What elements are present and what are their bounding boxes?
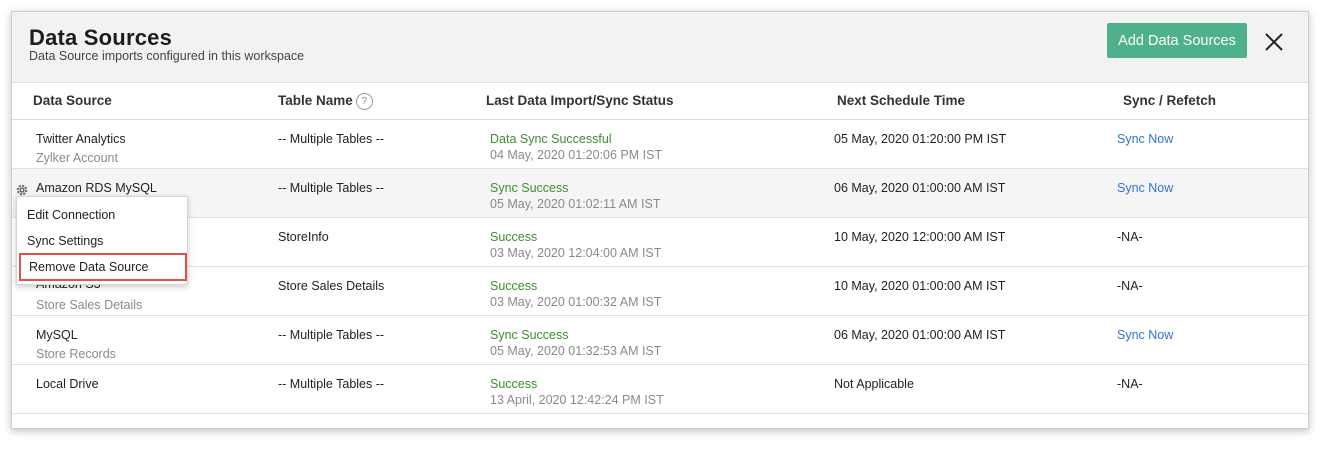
table-row[interactable]: Amazon RDS MySQL -- Multiple Tables -- S…: [12, 169, 1308, 218]
add-data-sources-button[interactable]: Add Data Sources: [1107, 23, 1247, 58]
gear-icon[interactable]: [15, 183, 29, 197]
next-schedule-time: 10 May, 2020 01:00:00 AM IST: [834, 279, 1006, 293]
sync-status: Success: [490, 230, 538, 244]
sync-status-date: 03 May, 2020 12:04:00 AM IST: [490, 246, 662, 260]
menu-item-edit-connection[interactable]: Edit Connection: [17, 202, 187, 228]
table-name: -- Multiple Tables --: [278, 181, 385, 195]
page-title: Data Sources: [29, 25, 173, 50]
column-header-next-schedule[interactable]: Next Schedule Time: [837, 93, 965, 108]
table-row[interactable]: Twitter Analytics Zylker Account -- Mult…: [12, 120, 1308, 169]
data-source-name[interactable]: Local Drive: [36, 377, 99, 391]
sync-not-available: -NA-: [1117, 377, 1143, 391]
table-name: -- Multiple Tables --: [278, 377, 385, 391]
table-name: -- Multiple Tables --: [278, 328, 385, 342]
page-subtitle: Data Source imports configured in this w…: [29, 49, 305, 63]
table-header: Data Source Table Name? Last Data Import…: [12, 83, 1308, 120]
column-header-sync: Sync / Refetch: [1123, 93, 1217, 108]
sync-not-available: -NA-: [1117, 279, 1143, 293]
table-row[interactable]: StoreInfo Success 03 May, 2020 12:04:00 …: [12, 218, 1308, 267]
next-schedule-time: Not Applicable: [834, 377, 914, 391]
sync-now-link[interactable]: Sync Now: [1117, 328, 1173, 342]
column-header-last-status[interactable]: Last Data Import/Sync Status: [486, 93, 674, 108]
table-name: Store Sales Details: [278, 279, 385, 293]
column-header-table-name-label: Table Name: [278, 93, 353, 108]
next-schedule-time: 10 May, 2020 12:00:00 AM IST: [834, 230, 1006, 244]
next-schedule-time: 06 May, 2020 01:00:00 AM IST: [834, 181, 1006, 195]
next-schedule-time: 05 May, 2020 01:20:00 PM IST: [834, 132, 1007, 146]
data-source-name[interactable]: Amazon RDS MySQL: [36, 181, 157, 195]
context-menu: Edit Connection Sync Settings Remove Dat…: [16, 196, 188, 285]
next-schedule-time: 06 May, 2020 01:00:00 AM IST: [834, 328, 1006, 342]
sync-status-date: 05 May, 2020 01:32:53 AM IST: [490, 344, 662, 358]
dialog-header: Data Sources Data Source imports configu…: [12, 12, 1308, 83]
sync-now-link[interactable]: Sync Now: [1117, 132, 1173, 146]
table-name: -- Multiple Tables --: [278, 132, 385, 146]
sync-status-date: 04 May, 2020 01:20:06 PM IST: [490, 148, 663, 162]
menu-item-sync-settings[interactable]: Sync Settings: [17, 228, 187, 254]
data-sources-dialog: Data Sources Data Source imports configu…: [11, 11, 1309, 429]
sync-status: Success: [490, 377, 538, 391]
table-row[interactable]: Amazon S3 Store Sales Details Store Sale…: [12, 267, 1308, 316]
sync-status: Success: [490, 279, 538, 293]
sync-status: Sync Success: [490, 328, 569, 342]
data-source-account: Store Sales Details: [36, 298, 143, 312]
data-source-name[interactable]: Twitter Analytics: [36, 132, 126, 146]
column-header-data-source[interactable]: Data Source: [33, 93, 112, 108]
data-source-name[interactable]: MySQL: [36, 328, 78, 342]
sync-not-available: -NA-: [1117, 230, 1143, 244]
sync-status-date: 05 May, 2020 01:02:11 AM IST: [490, 197, 661, 211]
table-row[interactable]: Local Drive -- Multiple Tables -- Succes…: [12, 365, 1308, 414]
menu-item-remove-data-source[interactable]: Remove Data Source: [19, 253, 187, 281]
table-name: StoreInfo: [278, 230, 329, 244]
column-header-table-name[interactable]: Table Name?: [278, 93, 373, 110]
sync-status-date: 03 May, 2020 01:00:32 AM IST: [490, 295, 662, 309]
table-row[interactable]: MySQL Store Records -- Multiple Tables -…: [12, 316, 1308, 365]
data-source-account: Zylker Account: [36, 151, 118, 165]
sync-now-link[interactable]: Sync Now: [1117, 181, 1173, 195]
data-source-account: Store Records: [36, 347, 116, 361]
sync-status: Sync Success: [490, 181, 569, 195]
sync-status-date: 13 April, 2020 12:42:24 PM IST: [490, 393, 664, 407]
close-icon[interactable]: [1262, 30, 1286, 54]
help-icon[interactable]: ?: [355, 93, 373, 110]
sync-status: Data Sync Successful: [490, 132, 612, 146]
